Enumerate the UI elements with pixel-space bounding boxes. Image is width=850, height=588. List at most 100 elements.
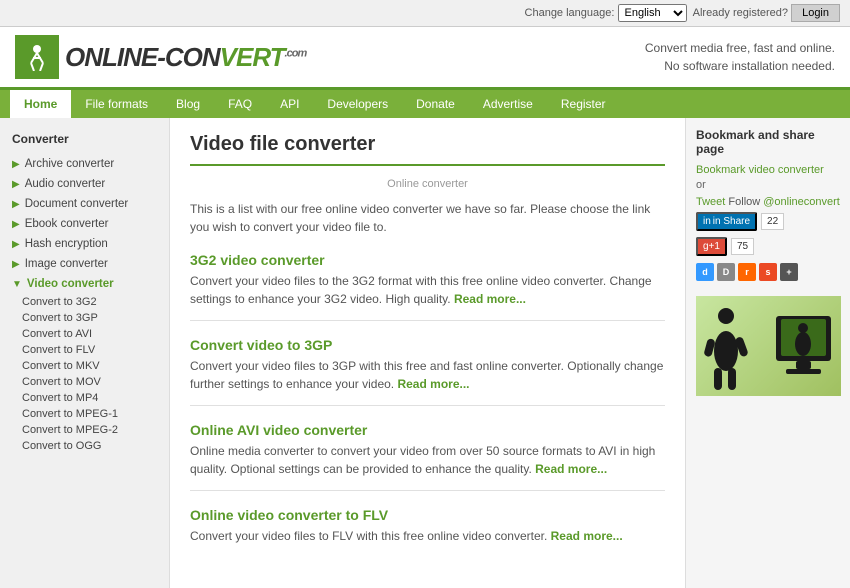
nav-developers[interactable]: Developers [313,90,402,118]
right-sidebar: Bookmark and share page Bookmark video c… [685,118,850,588]
converter-avi-readmore[interactable]: Read more... [535,462,607,476]
sidebar-label-archive: Archive converter [25,158,114,170]
converter-flv: Online video converter to FLV Convert yo… [190,507,665,557]
nav-blog[interactable]: Blog [162,90,214,118]
tweet-section: Tweet Follow @onlineconvert [696,196,840,208]
delicious-icon[interactable]: d [696,263,714,281]
converter-flv-readmore[interactable]: Read more... [551,529,623,543]
green-divider [190,164,665,166]
sidebar-sub-ogg[interactable]: Convert to OGG [0,438,169,454]
tagline-line2: No software installation needed. [645,57,835,75]
nav-advertise[interactable]: Advertise [469,90,547,118]
change-language-label: Change language: [525,7,615,19]
bookmark-link[interactable]: Bookmark video converter [696,162,840,176]
more-social-icon[interactable]: + [780,263,798,281]
sidebar-label-image: Image converter [25,258,108,270]
page-title: Video file converter [190,133,665,156]
converter-3g2: 3G2 video converter Convert your video f… [190,252,665,321]
sidebar-label-video: Video converter [27,278,114,290]
converter-avi-link[interactable]: Online AVI video converter [190,422,367,438]
main-layout: Converter ▶ Archive converter ▶ Audio co… [0,118,850,588]
sidebar-sub-mkv[interactable]: Convert to MKV [0,358,169,374]
or-text: or [696,179,840,191]
logo-text: ONLINE-CONVERT.com [65,42,306,73]
arrow-icon: ▶ [12,199,20,210]
sidebar-label-ebook: Ebook converter [25,218,109,230]
sidebar-item-hash[interactable]: ▶ Hash encryption [0,234,169,254]
sidebar-sub-avi[interactable]: Convert to AVI [0,326,169,342]
digg-icon[interactable]: D [717,263,735,281]
language-select[interactable]: English Deutsch Français Español [618,4,687,22]
already-registered-text: Already registered? [693,7,788,19]
stumble-icon[interactable]: s [759,263,777,281]
tagline-line1: Convert media free, fast and online. [645,39,835,57]
arrow-icon: ▶ [12,179,20,190]
sidebar-label-audio: Audio converter [25,178,106,190]
sidebar-sub-mp4[interactable]: Convert to MP4 [0,390,169,406]
left-sidebar: Converter ▶ Archive converter ▶ Audio co… [0,118,170,588]
converter-avi: Online AVI video converter Online media … [190,422,665,491]
top-bar: Change language: English Deutsch Françai… [0,0,850,27]
sidebar-sub-flv[interactable]: Convert to FLV [0,342,169,358]
sidebar-label-document: Document converter [25,198,129,210]
nav-api[interactable]: API [266,90,313,118]
linkedin-icon: in [703,216,711,227]
converter-3g2-link[interactable]: 3G2 video converter [190,252,325,268]
converter-flv-desc: Convert your video files to FLV with thi… [190,527,665,545]
sidebar-sub-3g2[interactable]: Convert to 3G2 [0,294,169,310]
nav-file-formats[interactable]: File formats [71,90,162,118]
converter-3gp: Convert video to 3GP Convert your video … [190,337,665,406]
bookmark-title: Bookmark and share page [696,128,840,156]
sidebar-sub-mov[interactable]: Convert to MOV [0,374,169,390]
converter-avi-desc: Online media converter to convert your v… [190,442,665,478]
bookmark-video-converter-link[interactable]: Bookmark video converter [696,164,824,176]
converter-3g2-desc: Convert your video files to the 3G2 form… [190,272,665,308]
follow-link[interactable]: @onlineconvert [763,196,840,208]
gplus-count: 75 [731,238,754,255]
sidebar-label-hash: Hash encryption [25,238,108,250]
sidebar-item-archive[interactable]: ▶ Archive converter [0,154,169,174]
header-tagline: Convert media free, fast and online. No … [645,39,835,75]
sidebar-item-document[interactable]: ▶ Document converter [0,194,169,214]
logo-figure-icon [23,43,51,71]
sidebar-title: Converter [0,128,169,154]
main-nav: Home File formats Blog FAQ API Developer… [0,90,850,118]
linkedin-count: 22 [761,213,784,230]
sidebar-item-audio[interactable]: ▶ Audio converter [0,174,169,194]
nav-faq[interactable]: FAQ [214,90,266,118]
nav-home[interactable]: Home [10,90,71,118]
gplus-button[interactable]: g+1 [696,237,727,256]
social-icons-row: d D r s + [696,263,798,281]
arrow-icon: ▶ [12,219,20,230]
logo: ONLINE-CONVERT.com [15,35,306,79]
reddit-icon[interactable]: r [738,263,756,281]
sidebar-item-video[interactable]: ▼ Video converter [0,274,169,294]
sidebar-sub-3gp[interactable]: Convert to 3GP [0,310,169,326]
linkedin-share-button[interactable]: in in Share [696,212,757,231]
logo-icon [15,35,59,79]
nav-donate[interactable]: Donate [402,90,469,118]
converter-3gp-desc: Convert your video files to 3GP with thi… [190,357,665,393]
social-buttons: in in Share 22 [696,212,840,231]
sidebar-item-ebook[interactable]: ▶ Ebook converter [0,214,169,234]
intro-text: This is a list with our free online vide… [190,200,665,236]
login-button[interactable]: Login [791,4,840,22]
sidebar-item-image[interactable]: ▶ Image converter [0,254,169,274]
converter-3gp-readmore[interactable]: Read more... [397,377,469,391]
converter-3g2-readmore[interactable]: Read more... [454,292,526,306]
gplus-buttons: g+1 75 d D r s + [696,237,840,281]
person-silhouette [704,306,749,391]
nav-register[interactable]: Register [547,90,620,118]
sidebar-sub-mpeg2[interactable]: Convert to MPEG-2 [0,422,169,438]
converter-3gp-link[interactable]: Convert video to 3GP [190,337,332,353]
tv-silhouette [771,316,836,391]
converter-flv-link[interactable]: Online video converter to FLV [190,507,388,523]
sidebar-sub-mpeg1[interactable]: Convert to MPEG-1 [0,406,169,422]
main-content: Video file converter Online converter Th… [170,118,685,588]
arrow-icon-down: ▼ [12,279,22,290]
tweet-link[interactable]: Tweet [696,196,725,208]
arrow-icon: ▶ [12,239,20,250]
arrow-icon: ▶ [12,159,20,170]
ad-image [696,296,841,396]
arrow-icon: ▶ [12,259,20,270]
